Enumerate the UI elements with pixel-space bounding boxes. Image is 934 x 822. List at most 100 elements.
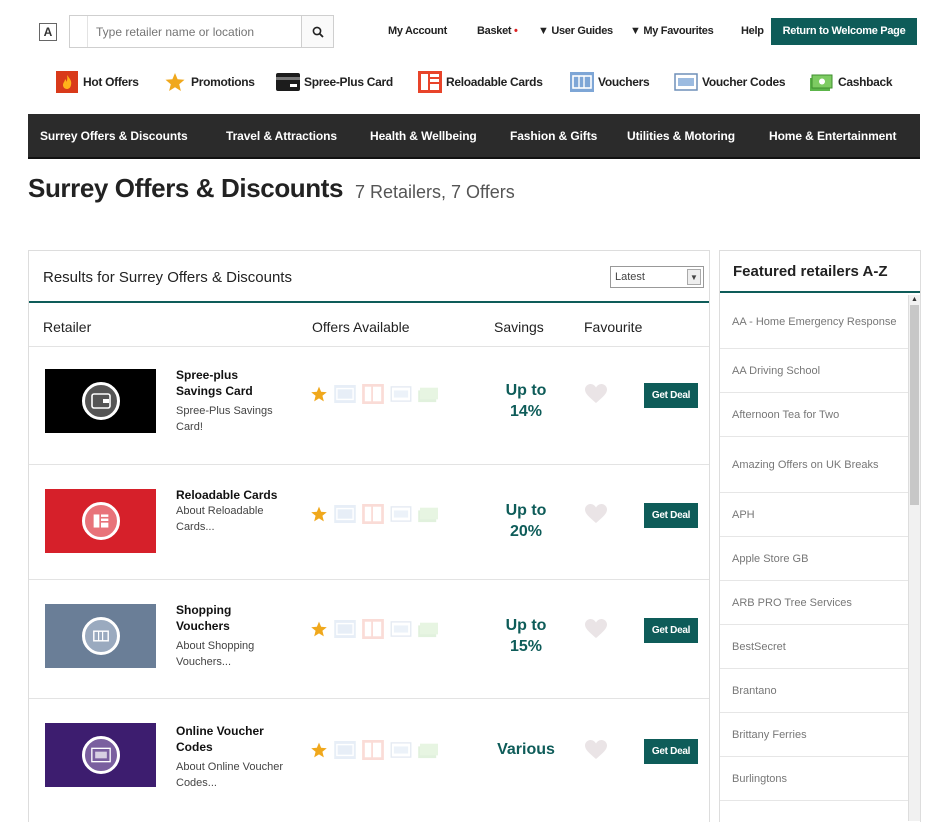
category-label: Spree-Plus Card (304, 75, 393, 89)
nav-fashion-gifts[interactable]: Fashion & Gifts (510, 129, 597, 143)
results-panel: Results for Surrey Offers & Discounts La… (28, 250, 710, 822)
column-savings: Savings (494, 319, 544, 335)
heart-icon[interactable] (584, 739, 608, 761)
saving-line-1: Up to (505, 617, 547, 634)
get-deal-button[interactable]: Get Deal (644, 739, 698, 764)
nav-surrey-offers[interactable]: Surrey Offers & Discounts (40, 129, 188, 143)
retailer-name[interactable]: Online Voucher Codes (176, 723, 286, 755)
category-label: Reloadable Cards (446, 75, 543, 89)
featured-title: Featured retailers A-Z (733, 263, 888, 280)
saving-line-2: 15% (509, 638, 543, 655)
featured-item[interactable]: Apple Store GB (720, 537, 908, 581)
retailer-name[interactable]: Reloadable Cards (176, 487, 286, 503)
scrollbar-thumb[interactable] (910, 305, 919, 505)
featured-item[interactable]: Afternoon Tea for Two (720, 393, 908, 437)
featured-item[interactable]: AA - Home Emergency Response (720, 295, 908, 349)
featured-item[interactable]: APH (720, 493, 908, 537)
get-deal-button[interactable]: Get Deal (644, 383, 698, 408)
nav-health-wellbeing[interactable]: Health & Wellbeing (370, 129, 477, 143)
cashback-icon (418, 507, 438, 523)
star-icon (311, 742, 327, 758)
featured-item[interactable]: Amazing Offers on UK Breaks (720, 437, 908, 493)
voucher-code-icon (674, 71, 698, 93)
my-account-link[interactable]: My Account (388, 25, 447, 37)
retailer-thumbnail[interactable] (45, 489, 156, 553)
retailer-thumbnail[interactable] (45, 369, 156, 433)
category-hot-offers[interactable]: Hot Offers (55, 68, 139, 96)
retailer-description: About Shopping Vouchers... (176, 640, 255, 668)
featured-retailers-panel: Featured retailers A-Z AA - Home Emergen… (719, 250, 921, 822)
results-title: Results for Surrey Offers & Discounts (43, 269, 292, 286)
nav-home-entertainment[interactable]: Home & Entertainment (769, 129, 896, 143)
category-spree-plus-card[interactable]: Spree-Plus Card (276, 68, 393, 96)
category-promotions[interactable]: Promotions (163, 68, 255, 96)
basket-label: Basket (477, 25, 512, 37)
featured-item[interactable]: ARB PRO Tree Services (720, 581, 908, 625)
reloadable-card-icon (81, 502, 120, 540)
reloadable-card-icon (418, 71, 442, 93)
main-nav: Surrey Offers & Discounts Travel & Attra… (28, 114, 920, 159)
star-icon (311, 506, 327, 522)
featured-item[interactable]: Burlingtons (720, 757, 908, 801)
featured-scrollbar[interactable]: ▲ (908, 295, 920, 821)
nav-travel-attractions[interactable]: Travel & Attractions (226, 129, 337, 143)
heart-icon[interactable] (584, 618, 608, 640)
get-deal-button[interactable]: Get Deal (644, 503, 698, 528)
voucher-code-icon (390, 386, 412, 402)
user-guides-menu[interactable]: ▼ User Guides (538, 25, 613, 37)
heart-icon[interactable] (584, 503, 608, 525)
scroll-up-icon[interactable]: ▲ (911, 296, 918, 303)
featured-item[interactable]: Brittany Ferries (720, 713, 908, 757)
category-label: Cashback (838, 75, 893, 89)
saving-line-2: 14% (509, 403, 543, 420)
column-offers: Offers Available (312, 319, 410, 335)
cashback-icon (418, 387, 438, 403)
search-input[interactable] (88, 17, 293, 46)
star-icon (311, 621, 327, 637)
retailer-name[interactable]: Spree-plus Savings Card (176, 367, 286, 399)
search-button[interactable] (301, 16, 333, 47)
reloadable-card-icon (362, 740, 384, 760)
category-label: Voucher Codes (702, 75, 786, 89)
retailer-name[interactable]: Shopping Vouchers (176, 602, 286, 634)
my-favourites-menu[interactable]: ▼ My Favourites (630, 25, 714, 37)
saving-line-2: 20% (509, 523, 543, 540)
basket-link[interactable]: Basket • (477, 25, 518, 37)
retailer-thumbnail[interactable] (45, 604, 156, 668)
voucher-icon (570, 71, 594, 93)
voucher-code-icon (390, 742, 412, 758)
category-vouchers[interactable]: Vouchers (570, 68, 650, 96)
voucher-code-icon (390, 621, 412, 637)
featured-item[interactable]: AA Driving School (720, 349, 908, 393)
search-box (69, 15, 334, 48)
saving-value: Various (491, 739, 561, 760)
saving-value: Up to 20% (491, 500, 561, 542)
category-bar: Hot Offers Promotions Spree-Plus Card Re… (0, 60, 934, 106)
get-deal-button[interactable]: Get Deal (644, 618, 698, 643)
voucher-code-icon (390, 506, 412, 522)
featured-header: Featured retailers A-Z (720, 251, 920, 293)
heart-icon[interactable] (584, 383, 608, 405)
accessibility-button[interactable]: A (39, 23, 57, 41)
voucher-code-icon (81, 736, 120, 774)
category-label: Hot Offers (83, 75, 139, 89)
category-reloadable-cards[interactable]: Reloadable Cards (418, 68, 543, 96)
category-cashback[interactable]: Cashback (810, 68, 893, 96)
category-voucher-codes[interactable]: Voucher Codes (674, 68, 786, 96)
sort-select[interactable]: Latest ▼ (610, 266, 704, 288)
saving-line-1: Up to (505, 502, 547, 519)
voucher-icon (334, 741, 356, 759)
featured-item[interactable]: Brantano (720, 669, 908, 713)
retailer-description: About Online Voucher Codes... (176, 761, 284, 789)
column-retailer: Retailer (43, 319, 92, 335)
search-icon (312, 26, 324, 38)
featured-item[interactable]: BestSecret (720, 625, 908, 669)
page-title: Surrey Offers & Discounts (28, 173, 344, 203)
voucher-icon (334, 385, 356, 403)
nav-utilities-motoring[interactable]: Utilities & Motoring (627, 129, 735, 143)
category-label: Promotions (191, 75, 255, 89)
return-to-welcome-button[interactable]: Return to Welcome Page (771, 18, 917, 45)
retailer-thumbnail[interactable] (45, 723, 156, 787)
saving-line-1: Up to (505, 382, 547, 399)
help-link[interactable]: Help (741, 25, 764, 37)
